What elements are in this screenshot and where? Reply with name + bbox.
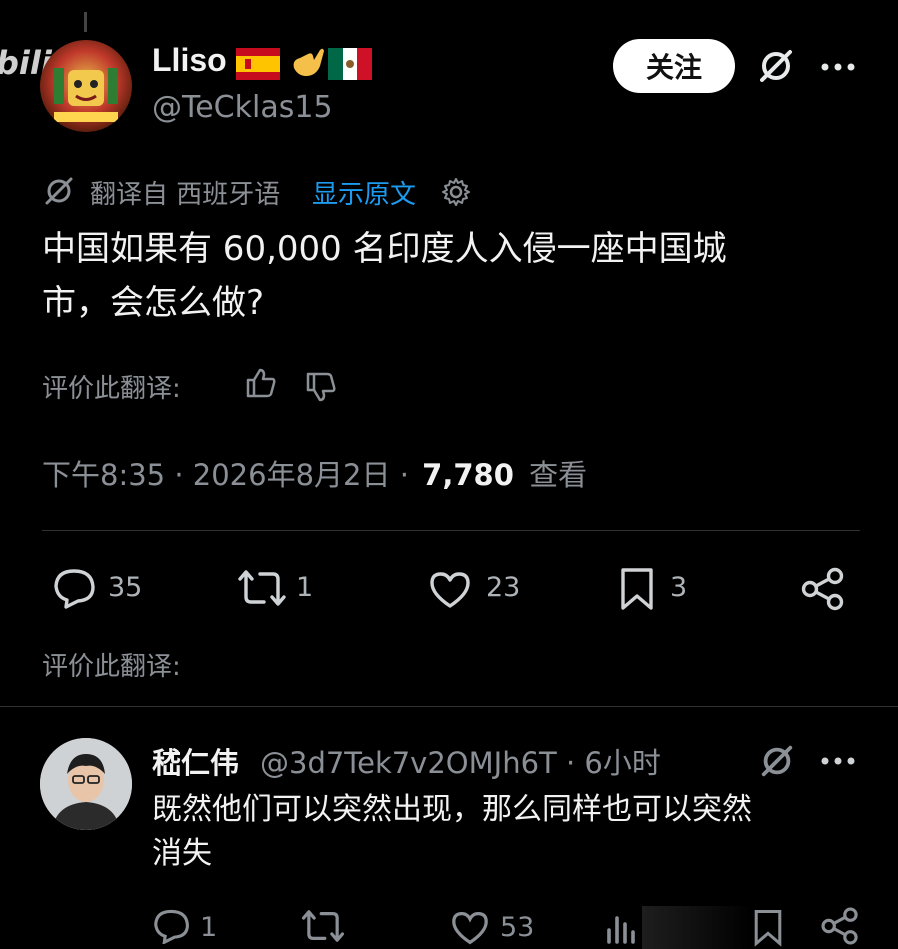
more-options-icon[interactable] (820, 62, 856, 72)
views-count-fade (642, 906, 752, 949)
reply-reply-icon[interactable] (152, 908, 192, 944)
rate-translation-label-2: 评价此翻译: (42, 652, 181, 682)
tweet-timestamp[interactable]: 下午8:35 · 2026年8月2日 · (42, 458, 409, 492)
spain-flag-icon (236, 48, 280, 84)
avatar-art (54, 68, 118, 122)
grok-icon[interactable] (756, 46, 796, 86)
reply-more-options-icon[interactable] (820, 756, 856, 766)
reply-views-icon[interactable] (604, 910, 640, 946)
view-count-label: 查看 (529, 458, 588, 492)
author-handle[interactable]: @TeCklas15 (152, 90, 333, 125)
repost-icon[interactable] (236, 568, 288, 608)
reply-icon[interactable] (52, 567, 98, 609)
reply-repost-icon[interactable] (300, 908, 346, 944)
author-name[interactable]: Lliso (152, 42, 227, 79)
show-original-link[interactable]: 显示原文 (312, 174, 416, 211)
reply-like-count: 53 (500, 912, 535, 943)
thumbs-up-icon[interactable] (244, 366, 278, 400)
tweet-text-line-2: 市，会怎么做? (42, 283, 265, 323)
tweet-text: 中国如果有 60,000 名印度人入侵一座中国城 市，会怎么做? (42, 222, 862, 330)
watermark-mark (84, 12, 87, 32)
tweet-meta: 下午8:35 · 2026年8月2日 · 7,780 查看 (42, 452, 587, 494)
view-count: 7,780 (422, 458, 514, 492)
divider-reply (0, 706, 898, 707)
reply-avatar-art (40, 738, 132, 830)
bookmark-count: 3 (670, 572, 688, 603)
repost-count: 1 (296, 572, 314, 603)
bookmark-icon[interactable] (618, 566, 656, 612)
reply-reply-count: 1 (200, 912, 218, 943)
reply-handle-time[interactable]: @3d7Tek7v2OMJh6T · 6小时 (260, 740, 661, 782)
reply-text-line-2: 消失 (152, 836, 212, 871)
share-icon[interactable] (800, 566, 846, 612)
reply-like-icon[interactable] (450, 910, 490, 946)
thumbs-down-icon[interactable] (304, 370, 338, 404)
reply-author-name[interactable]: 嵇仁伟 (152, 740, 239, 782)
call-me-hand-icon (286, 42, 326, 86)
follow-button[interactable]: 关注 (613, 39, 735, 93)
like-heart-icon[interactable] (428, 570, 472, 610)
tweet-text-line-1: 中国如果有 60,000 名印度人入侵一座中国城 (42, 229, 727, 269)
divider-top (42, 530, 860, 531)
reply-count: 35 (108, 572, 143, 603)
mexico-flag-icon (328, 48, 372, 84)
rate-translation-label: 评价此翻译: (42, 374, 181, 404)
reply-text-line-1: 既然他们可以突然出现，那么同样也可以突然 (152, 792, 752, 827)
reply-text: 既然他们可以突然出现，那么同样也可以突然 消失 (152, 788, 872, 876)
author-avatar[interactable] (40, 40, 132, 132)
reply-avatar[interactable] (40, 738, 132, 830)
reply-share-icon[interactable] (820, 906, 860, 946)
like-count: 23 (486, 572, 521, 603)
reply-bookmark-icon[interactable] (752, 906, 784, 949)
settings-gear-icon[interactable] (440, 176, 472, 208)
translated-from-label: 翻译自 西班牙语 (90, 180, 281, 210)
translate-grok-icon (42, 174, 76, 208)
reply-grok-icon[interactable] (758, 742, 796, 780)
